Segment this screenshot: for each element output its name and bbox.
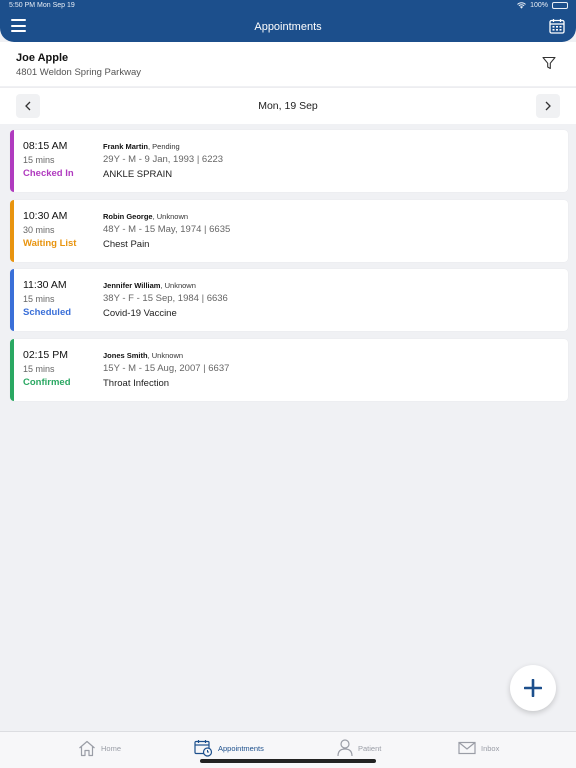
appointment-card[interactable]: 02:15 PM 15 mins Confirmed Jones Smith, … <box>10 339 568 401</box>
appointment-duration: 15 mins <box>23 155 55 165</box>
status-accent-bar <box>10 269 14 331</box>
battery-percent: 100% <box>530 2 548 9</box>
provider-status: , Unknown <box>147 351 184 360</box>
chevron-right-icon <box>545 101 551 111</box>
tab-label: Inbox <box>481 743 500 753</box>
tab-appointments[interactable]: Appointments <box>194 737 264 759</box>
tab-label: Home <box>101 743 122 753</box>
appointment-reason: Throat Infection <box>103 378 170 389</box>
appointment-time: 10:30 AM <box>23 210 68 222</box>
provider-name: Robin George <box>103 212 153 221</box>
home-icon <box>79 740 95 756</box>
status-accent-bar <box>10 200 14 262</box>
appointment-status: Waiting List <box>23 238 77 249</box>
wifi-icon <box>517 2 526 9</box>
status-accent-bar <box>10 339 14 401</box>
provider-line: Jennifer William, Unknown <box>103 281 196 290</box>
appointment-reason: Chest Pain <box>103 239 150 250</box>
status-accent-bar <box>10 130 14 192</box>
person-icon <box>337 739 353 757</box>
appointment-time: 08:15 AM <box>23 140 68 152</box>
tab-label: Appointments <box>218 743 264 753</box>
status-indicators: 100% <box>517 2 568 9</box>
appointment-duration: 15 mins <box>23 294 55 304</box>
patient-demographics: 38Y - F - 15 Sep, 1984 | 6636 <box>103 293 228 304</box>
next-day-button[interactable] <box>536 94 560 118</box>
status-bar: 5:50 PM Mon Sep 19 100% <box>0 0 576 12</box>
add-appointment-button[interactable] <box>510 665 556 711</box>
home-indicator <box>200 759 376 763</box>
page-title: Appointments <box>254 21 322 33</box>
provider-line: Frank Martin, Pending <box>103 142 180 151</box>
patient-demographics: 48Y - M - 15 May, 1974 | 6635 <box>103 224 231 235</box>
patient-address: 4801 Weldon Spring Parkway <box>16 67 141 78</box>
provider-name: Frank Martin <box>103 142 149 151</box>
status-time-date: 5:50 PM Mon Sep 19 <box>9 2 75 9</box>
appointment-duration: 15 mins <box>23 364 55 374</box>
current-date: Mon, 19 Sep <box>258 100 318 112</box>
appointment-time: 11:30 AM <box>23 279 67 291</box>
appointment-card[interactable]: 08:15 AM 15 mins Checked In Frank Martin… <box>10 130 568 192</box>
appointment-reason: Covid-19 Vaccine <box>103 308 177 319</box>
tab-patient[interactable]: Patient <box>337 737 381 759</box>
plus-icon <box>524 679 542 697</box>
calendar-button[interactable] <box>549 18 565 34</box>
appointment-card[interactable]: 11:30 AM 15 mins Scheduled Jennifer Will… <box>10 269 568 331</box>
filter-icon[interactable] <box>542 56 556 70</box>
provider-status: , Unknown <box>152 212 189 221</box>
provider-name: Jones Smith <box>103 351 148 360</box>
appointment-status: Checked In <box>23 168 74 179</box>
appointment-time: 02:15 PM <box>23 349 68 361</box>
appointment-status: Confirmed <box>23 377 71 388</box>
appointment-duration: 30 mins <box>23 225 55 235</box>
tab-inbox[interactable]: Inbox <box>458 737 499 759</box>
provider-status: , Unknown <box>160 281 196 290</box>
provider-line: Robin George, Unknown <box>103 212 188 221</box>
provider-name: Jennifer William <box>103 281 161 290</box>
mail-icon <box>458 741 476 755</box>
patient-header: Joe Apple 4801 Weldon Spring Parkway <box>0 42 576 86</box>
tab-home[interactable]: Home <box>78 737 121 759</box>
date-navigator: Mon, 19 Sep <box>0 87 576 124</box>
appointment-card[interactable]: 10:30 AM 30 mins Waiting List Robin Geor… <box>10 200 568 262</box>
provider-status: , Pending <box>148 142 180 151</box>
provider-line: Jones Smith, Unknown <box>103 351 183 360</box>
patient-demographics: 15Y - M - 15 Aug, 2007 | 6637 <box>103 363 230 374</box>
appointment-reason: ANKLE SPRAIN <box>103 169 173 180</box>
patient-demographics: 29Y - M - 9 Jan, 1993 | 6223 <box>103 154 224 165</box>
app-header: 5:50 PM Mon Sep 19 100% Appointments <box>0 0 576 42</box>
appointment-status: Scheduled <box>23 307 72 318</box>
calendar-clock-icon <box>194 740 213 757</box>
battery-icon <box>552 2 568 9</box>
tab-label: Patient <box>358 743 382 753</box>
patient-name: Joe Apple <box>16 52 69 64</box>
